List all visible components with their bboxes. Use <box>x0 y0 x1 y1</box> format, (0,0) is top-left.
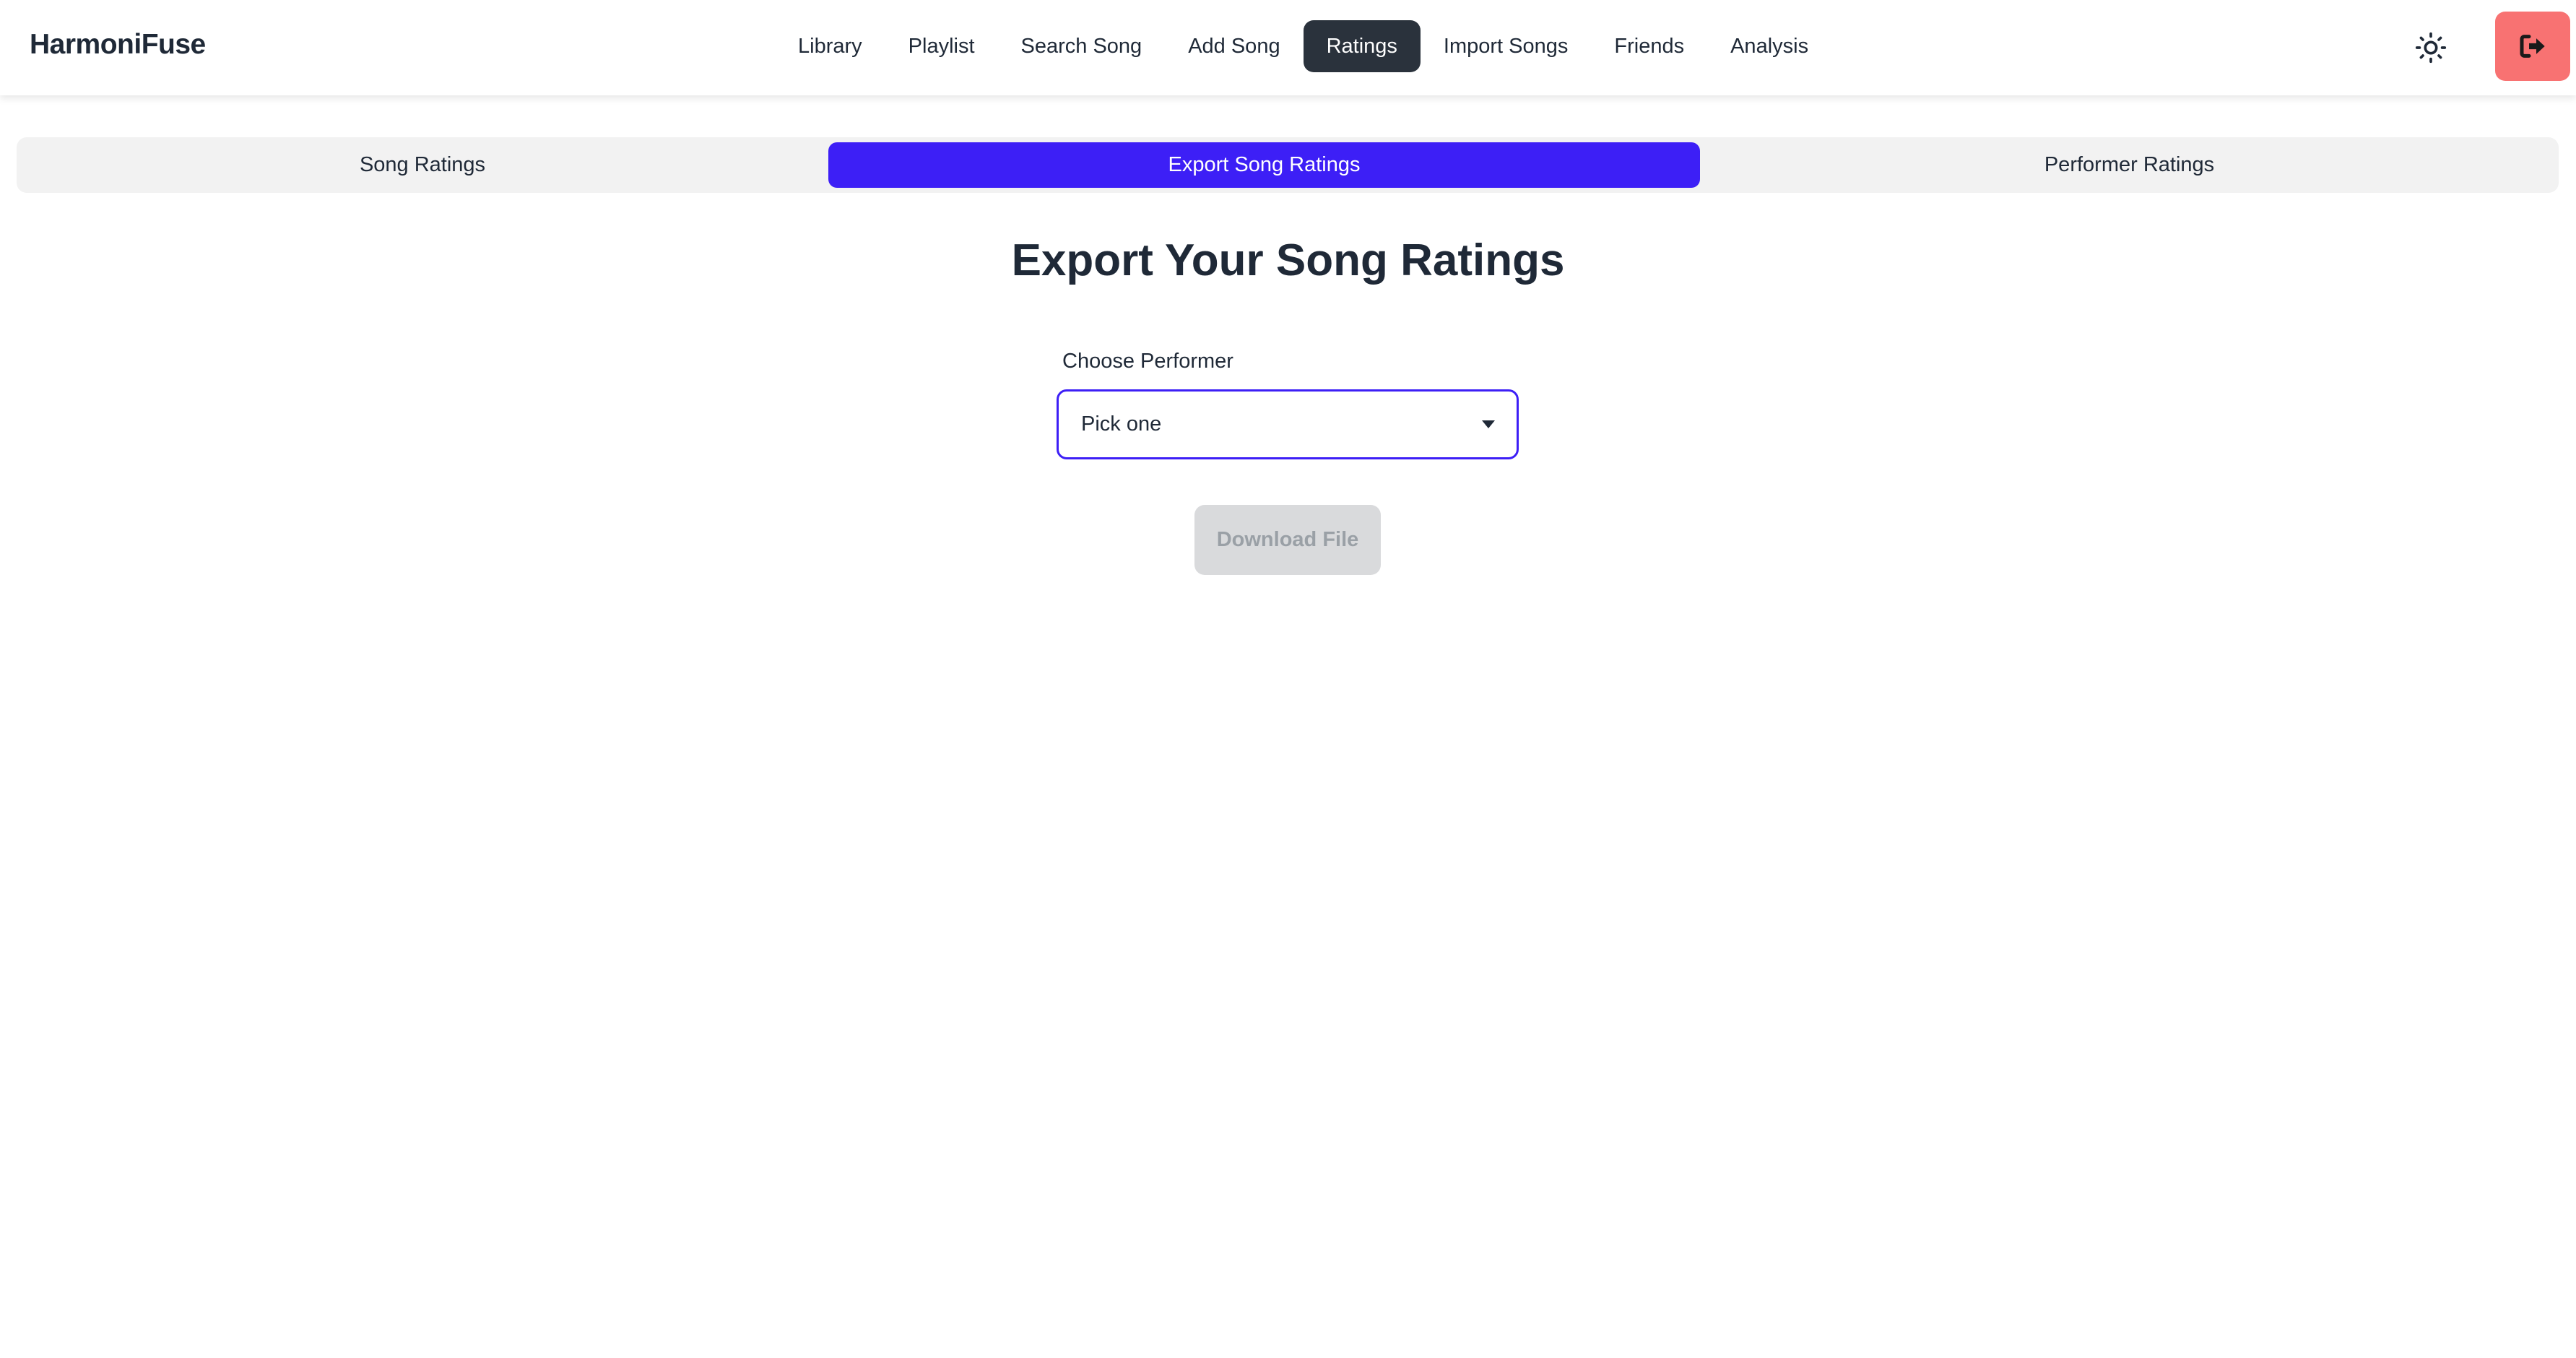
nav-item-search-song[interactable]: Search Song <box>998 20 1166 72</box>
performer-select[interactable]: Pick one <box>1057 389 1519 459</box>
brand-logo[interactable]: HarmoniFuse <box>30 29 206 61</box>
tab-export-song-ratings[interactable]: Export Song Ratings <box>828 142 1700 188</box>
performer-label: Choose Performer <box>1062 350 1233 373</box>
chevron-down-icon <box>1482 420 1495 428</box>
nav-item-friends[interactable]: Friends <box>1591 20 1707 72</box>
theme-toggle-button[interactable] <box>2409 26 2453 69</box>
nav-item-library[interactable]: Library <box>775 20 885 72</box>
nav-item-playlist[interactable]: Playlist <box>885 20 998 72</box>
tab-song-ratings[interactable]: Song Ratings <box>17 142 828 188</box>
main-nav: Library Playlist Search Song Add Song Ra… <box>775 20 1831 72</box>
nav-item-import-songs[interactable]: Import Songs <box>1421 20 1591 72</box>
logout-icon <box>2520 35 2545 58</box>
nav-item-ratings[interactable]: Ratings <box>1303 20 1421 72</box>
tab-performer-ratings[interactable]: Performer Ratings <box>1700 142 2559 188</box>
sun-icon <box>2415 32 2447 64</box>
page-title: Export Your Song Ratings <box>1011 235 1565 285</box>
performer-select-value: Pick one <box>1081 412 1162 436</box>
top-navbar: HarmoniFuse Library Playlist Search Song… <box>0 0 2576 95</box>
download-file-button[interactable]: Download File <box>1194 505 1381 575</box>
logout-button[interactable] <box>2495 12 2570 81</box>
ratings-tabs: Song Ratings Export Song Ratings Perform… <box>17 137 2559 193</box>
nav-item-analysis[interactable]: Analysis <box>1707 20 1831 72</box>
nav-item-add-song[interactable]: Add Song <box>1165 20 1303 72</box>
